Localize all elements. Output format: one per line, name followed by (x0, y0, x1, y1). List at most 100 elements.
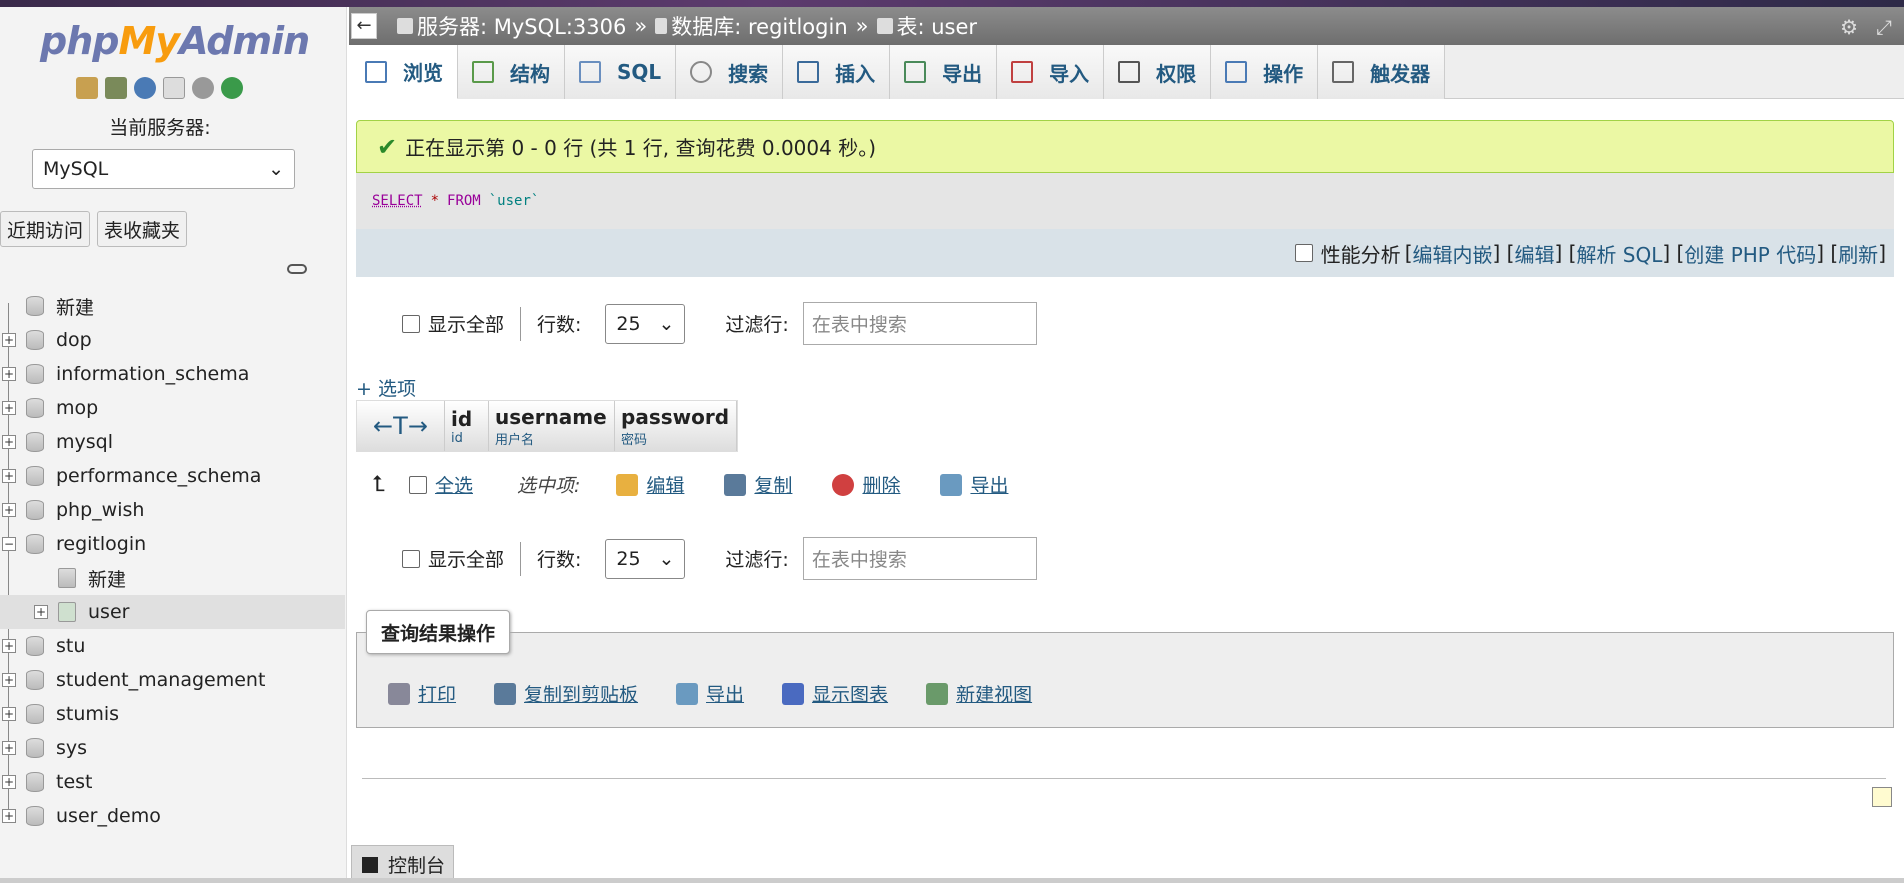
tree-item-mysql[interactable]: + mysql (0, 425, 345, 459)
tree-item-dop[interactable]: + dop (0, 323, 345, 357)
recent-button[interactable]: 近期访问 (0, 211, 91, 247)
tab-browse[interactable]: 浏览 (351, 45, 458, 99)
tab-structure[interactable]: 结构 (458, 45, 565, 99)
tree-item-student-management[interactable]: + student_management (0, 663, 345, 697)
notes-icon[interactable] (1872, 787, 1892, 807)
database-icon (26, 670, 44, 690)
collapse-sidebar-button[interactable]: ← (351, 13, 377, 39)
expand-icon[interactable]: + (34, 605, 48, 619)
settings-icon[interactable] (192, 77, 214, 99)
tab-sql[interactable]: SQL (565, 45, 677, 99)
profiling-checkbox[interactable] (1294, 244, 1313, 262)
sql-keyword-select[interactable]: SELECT (372, 193, 423, 209)
show-all-checkbox[interactable] (402, 314, 420, 333)
tree-item-regitlogin[interactable]: − regitlogin (0, 527, 345, 561)
rows-select[interactable]: 25 ⌄ (605, 538, 686, 579)
breadcrumb: 服务器: MySQL:3306 » 数据库: regitlogin » 表: u… (397, 11, 977, 41)
tree-item-user-demo[interactable]: + user_demo (0, 799, 345, 833)
docs-icon[interactable] (163, 77, 185, 99)
tree-item-php-wish[interactable]: + php_wish (0, 493, 345, 527)
pencil-icon (616, 473, 639, 496)
expand-icon[interactable]: + (2, 741, 16, 755)
bulk-delete-button[interactable]: 删除 (832, 471, 900, 498)
tree-item-performance-schema[interactable]: + performance_schema (0, 459, 345, 493)
edit-link[interactable]: 编辑 (1514, 239, 1554, 268)
column-header-password[interactable]: password 密码 (615, 401, 737, 451)
reload-icon[interactable] (221, 77, 243, 99)
favorites-button[interactable]: 表收藏夹 (97, 211, 188, 247)
collapse-icon[interactable]: − (2, 537, 16, 551)
chart-icon (782, 682, 805, 705)
tree-item-new[interactable]: 新建 (0, 289, 345, 323)
create-php-link[interactable]: 创建 PHP 代码 (1684, 239, 1816, 268)
trigger-icon (1332, 61, 1355, 83)
delete-icon (832, 473, 855, 496)
tree-item-sys[interactable]: + sys (0, 731, 345, 765)
column-header-username[interactable]: username 用户名 (489, 401, 615, 451)
tab-search[interactable]: 搜索 (676, 45, 784, 99)
copy-icon (724, 473, 747, 496)
help-icon[interactable] (134, 77, 156, 99)
print-button[interactable]: 打印 (388, 680, 456, 707)
select-all-checkbox[interactable] (408, 475, 427, 494)
tree-item-stumis[interactable]: + stumis (0, 697, 345, 731)
logout-icon[interactable] (105, 77, 127, 99)
tree-item-regitlogin-new[interactable]: 新建 (0, 561, 345, 595)
tab-triggers[interactable]: 触发器 (1318, 45, 1446, 99)
server-select[interactable]: MySQL ⌄ (32, 149, 295, 189)
expand-icon[interactable]: + (2, 639, 16, 653)
expand-icon[interactable]: + (2, 333, 16, 347)
link-icon[interactable] (287, 264, 307, 274)
database-icon (26, 806, 44, 826)
tab-operations[interactable]: 操作 (1211, 45, 1319, 99)
breadcrumb-database[interactable]: 数据库: regitlogin (671, 11, 847, 41)
tree-item-test[interactable]: + test (0, 765, 345, 799)
tree-item-user-table[interactable]: + user (0, 595, 345, 629)
tab-export[interactable]: 导出 (890, 45, 998, 99)
display-chart-button[interactable]: 显示图表 (782, 680, 888, 707)
breadcrumb-server[interactable]: 服务器: MySQL:3306 (417, 11, 626, 41)
rows-select[interactable]: 25 ⌄ (605, 303, 686, 344)
show-all-checkbox[interactable] (402, 549, 420, 568)
expand-icon[interactable]: + (2, 469, 16, 483)
expand-icon[interactable]: + (2, 775, 16, 789)
home-icon[interactable] (76, 77, 98, 99)
create-view-button[interactable]: 新建视图 (926, 680, 1032, 707)
tab-insert[interactable]: 插入 (783, 45, 891, 99)
tree-item-information-schema[interactable]: + information_schema (0, 357, 345, 391)
expand-icon[interactable]: + (2, 809, 16, 823)
refresh-link[interactable]: 刷新 (1838, 239, 1878, 268)
bulk-copy-button[interactable]: 复制 (724, 471, 792, 498)
maximize-icon[interactable]: ⤢ (1876, 15, 1892, 39)
expand-icon[interactable]: + (2, 673, 16, 687)
expand-icon[interactable]: + (2, 435, 16, 449)
filter-rows-input[interactable]: 在表中搜索 (802, 302, 1037, 345)
bottom-scrollbar[interactable] (0, 878, 1904, 883)
edit-inline-link[interactable]: 编辑内嵌 (1413, 239, 1493, 268)
gear-icon[interactable]: ⚙ (1840, 15, 1858, 39)
explain-sql-link[interactable]: 解析 SQL (1576, 239, 1662, 268)
expand-icon[interactable]: + (2, 707, 16, 721)
export-button[interactable]: 导出 (676, 680, 744, 707)
printer-icon (388, 682, 410, 705)
expand-icon[interactable]: + (2, 503, 16, 517)
tab-import[interactable]: 导入 (997, 45, 1105, 99)
bulk-export-button[interactable]: 导出 (940, 471, 1008, 498)
database-icon (26, 772, 44, 792)
tab-privileges[interactable]: 权限 (1104, 45, 1212, 99)
expand-icon[interactable]: + (2, 401, 16, 415)
database-icon (655, 18, 668, 34)
options-link[interactable]: + 选项 (356, 374, 416, 401)
bulk-edit-button[interactable]: 编辑 (616, 471, 684, 498)
tree-item-mop[interactable]: + mop (0, 391, 345, 425)
tree-item-stu[interactable]: + stu (0, 629, 345, 663)
top-menu-tabs: 浏览 结构 SQL 搜索 插入 导出 导入 权限 操作 触发器 (351, 45, 1904, 99)
select-all-link[interactable]: 全选 (435, 471, 473, 498)
column-header-id[interactable]: id id (445, 401, 489, 451)
column-arrows-icon[interactable]: ←T→ (357, 401, 445, 451)
phpmyadmin-logo[interactable]: phpMyAdmin (40, 19, 310, 63)
breadcrumb-table[interactable]: 表: user (897, 11, 978, 41)
copy-to-clipboard-button[interactable]: 复制到剪贴板 (494, 680, 638, 707)
expand-icon[interactable]: + (2, 367, 16, 381)
filter-rows-input[interactable]: 在表中搜索 (802, 537, 1037, 580)
